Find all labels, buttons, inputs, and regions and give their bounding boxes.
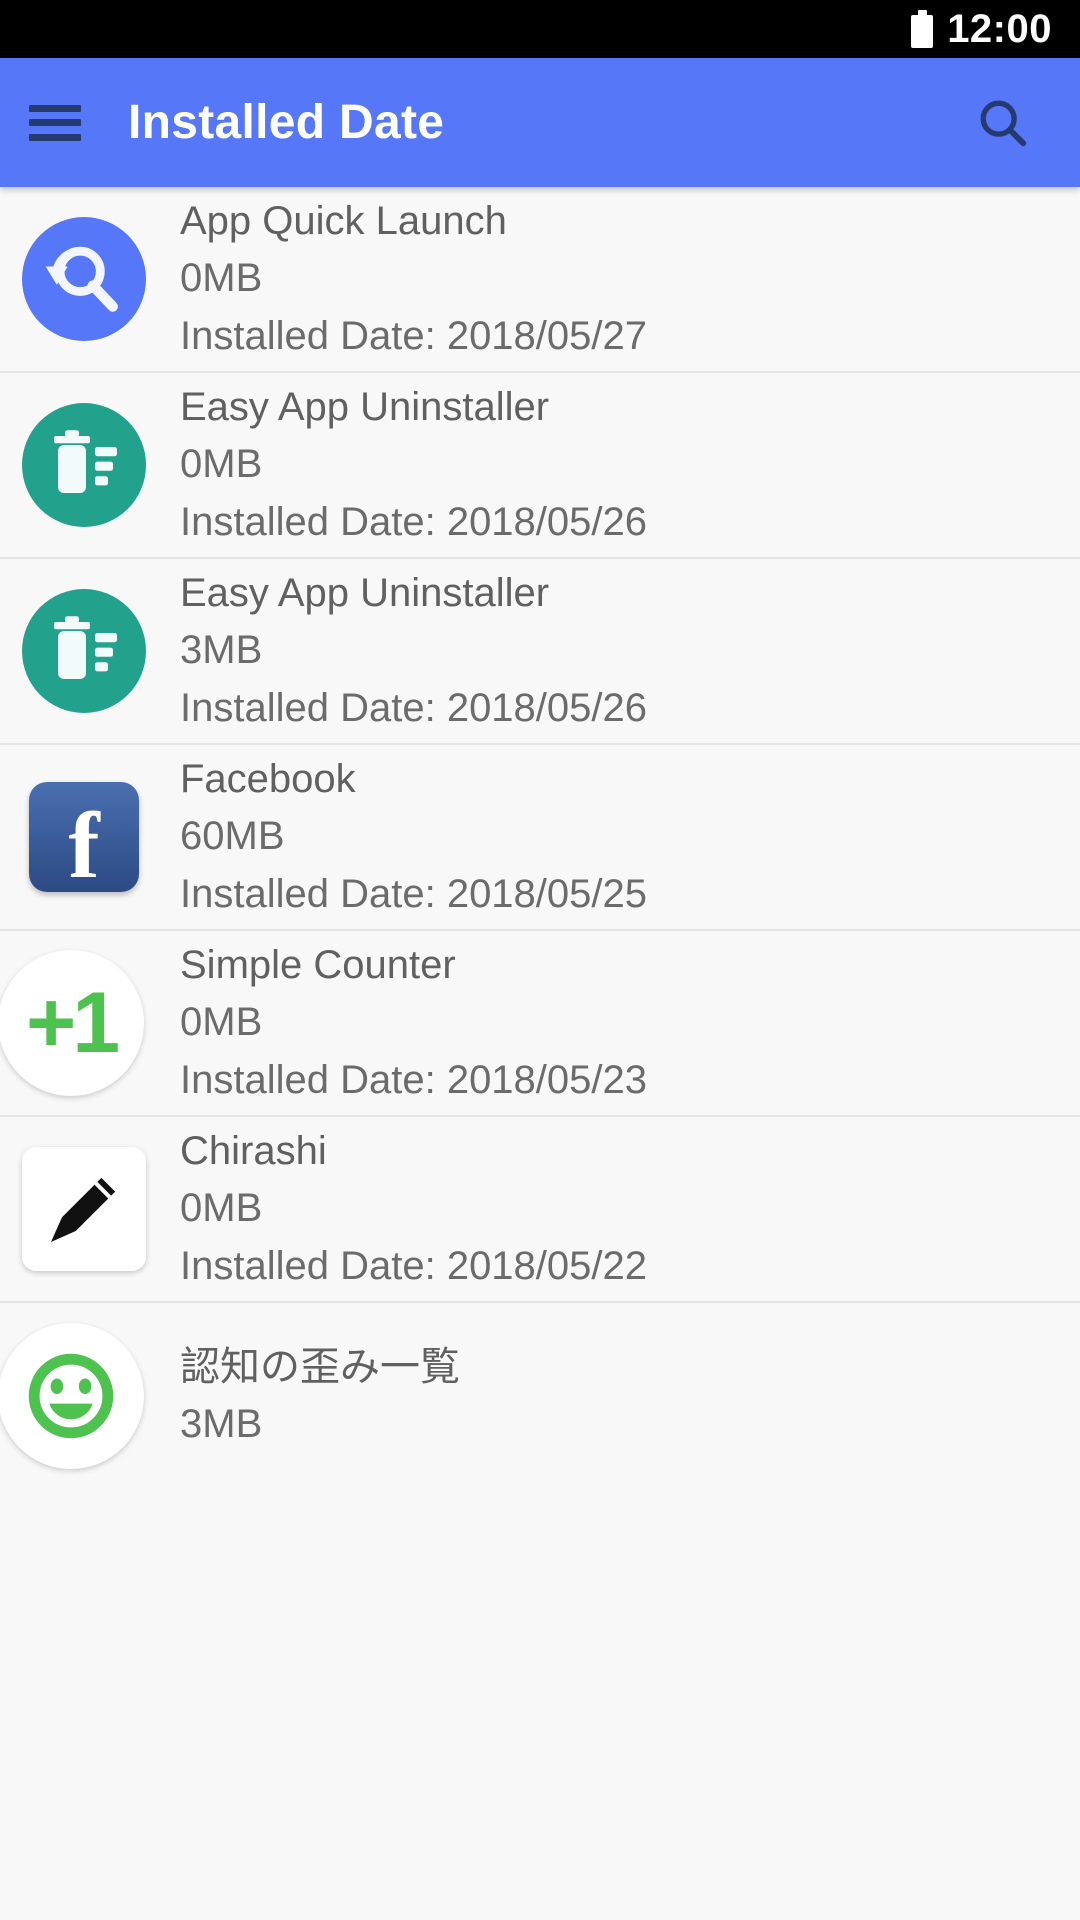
app-quick-launch-icon <box>22 217 146 341</box>
list-item[interactable]: +1 Simple Counter 0MB Installed Date: 20… <box>0 931 1080 1117</box>
app-info: Facebook 60MB Installed Date: 2018/05/25 <box>180 752 647 922</box>
status-bar-clock: 12:00 <box>947 7 1052 51</box>
app-name: Simple Counter <box>180 943 456 988</box>
app-info: Simple Counter 0MB Installed Date: 2018/… <box>180 938 647 1108</box>
app-installed-date: Installed Date: 2018/05/26 <box>180 499 648 544</box>
app-installed-date: Installed Date: 2018/05/26 <box>180 685 648 730</box>
list-item[interactable]: Easy App Uninstaller 3MB Installed Date:… <box>0 559 1080 745</box>
app-name: Facebook <box>180 757 356 802</box>
list-item[interactable]: 認知の歪み一覧 3MB <box>0 1303 1080 1489</box>
app-name: 認知の歪み一覧 <box>180 1344 460 1389</box>
app-size: 0MB <box>180 1000 263 1045</box>
app-info: Easy App Uninstaller 3MB Installed Date:… <box>180 566 647 736</box>
app-info: App Quick Launch 0MB Installed Date: 201… <box>180 194 647 364</box>
app-installed-date: Installed Date: 2018/05/27 <box>180 313 648 358</box>
app-size: 0MB <box>180 442 263 487</box>
page-title: Installed Date <box>128 95 445 149</box>
easy-app-uninstaller-icon <box>22 403 146 527</box>
app-icon: +1 <box>0 950 148 1096</box>
app-name: Chirashi <box>180 1129 327 1174</box>
app-size: 0MB <box>180 1186 263 1231</box>
app-icon <box>20 587 148 715</box>
app-size: 3MB <box>180 628 263 673</box>
app-icon: f <box>20 773 148 901</box>
status-bar: 12:00 <box>0 0 1080 58</box>
list-item[interactable]: Chirashi 0MB Installed Date: 2018/05/22 <box>0 1117 1080 1303</box>
hamburger-menu-button[interactable] <box>0 58 110 187</box>
app-size: 0MB <box>180 256 263 301</box>
easy-app-uninstaller-icon <box>22 589 146 713</box>
app-size: 60MB <box>180 814 285 859</box>
installed-apps-list[interactable]: App Quick Launch 0MB Installed Date: 201… <box>0 187 1080 1920</box>
app-icon <box>20 1145 148 1273</box>
app-name: Easy App Uninstaller <box>180 385 550 430</box>
search-icon <box>980 100 1027 146</box>
app-icon <box>20 401 148 529</box>
app-info: 認知の歪み一覧 3MB <box>180 1340 460 1452</box>
smiley-face-icon <box>0 1323 144 1469</box>
simple-counter-icon: +1 <box>0 950 144 1096</box>
app-name: Easy App Uninstaller <box>180 571 550 616</box>
plus-one-glyph: +1 <box>25 975 120 1071</box>
app-name: App Quick Launch <box>180 199 507 244</box>
app-icon <box>0 1323 148 1469</box>
search-button[interactable] <box>948 58 1058 187</box>
facebook-f-glyph: f <box>68 793 100 898</box>
app-installed-date: Installed Date: 2018/05/22 <box>180 1243 648 1288</box>
app-installed-date: Installed Date: 2018/05/25 <box>180 871 648 916</box>
app-size: 3MB <box>180 1402 263 1446</box>
app-icon <box>20 215 148 343</box>
hamburger-menu-icon <box>29 104 81 141</box>
list-item[interactable]: f Facebook 60MB Installed Date: 2018/05/… <box>0 745 1080 931</box>
app-installed-date: Installed Date: 2018/05/23 <box>180 1057 648 1102</box>
facebook-icon: f <box>29 782 139 892</box>
app-info: Easy App Uninstaller 0MB Installed Date:… <box>180 380 647 550</box>
app-screen: 12:00 Installed Date App Quick Launch 0M… <box>0 0 1080 1920</box>
app-info: Chirashi 0MB Installed Date: 2018/05/22 <box>180 1124 647 1294</box>
battery-full-icon <box>911 10 934 48</box>
app-bar: Installed Date <box>0 58 1080 187</box>
pencil-icon <box>22 1147 146 1271</box>
list-item[interactable]: App Quick Launch 0MB Installed Date: 201… <box>0 187 1080 373</box>
list-item[interactable]: Easy App Uninstaller 0MB Installed Date:… <box>0 373 1080 559</box>
